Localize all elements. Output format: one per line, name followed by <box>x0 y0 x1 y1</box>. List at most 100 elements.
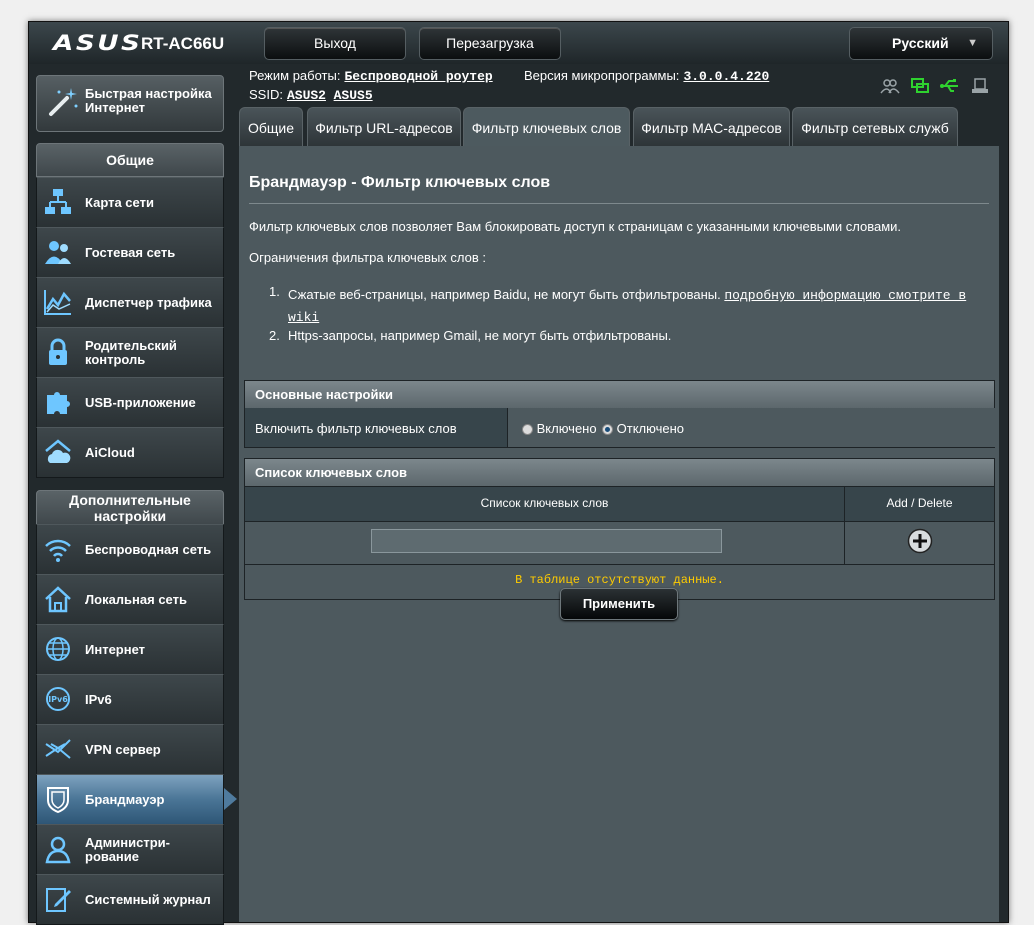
shield-icon <box>47 787 69 814</box>
vpn-icon <box>45 739 71 759</box>
firmware-link[interactable]: 3.0.0.4.220 <box>683 69 769 84</box>
globe-icon <box>46 637 70 661</box>
reboot-button[interactable]: Перезагрузка <box>419 27 561 60</box>
printer-icon[interactable] <box>970 77 990 95</box>
operation-mode-link[interactable]: Беспроводной роутер <box>344 69 492 84</box>
sidebar-item-traffic-manager[interactable]: Диспетчер трафика <box>36 277 224 328</box>
sidebar-item-internet[interactable]: Интернет <box>36 624 224 675</box>
sidebar-item-label: VPN сервер <box>85 741 161 757</box>
usb-status-icon[interactable] <box>940 77 960 95</box>
sidebar-item-label: Диспетчер трафика <box>85 294 212 310</box>
ssid-link-1[interactable]: ASUS2 <box>287 88 326 103</box>
operation-mode: Режим работы: Беспроводной роутер <box>249 68 493 84</box>
sidebar-item-aicloud[interactable]: AiCloud <box>36 427 224 478</box>
quick-internet-setup-button[interactable]: Быстрая настройка Интернет <box>36 75 224 132</box>
sidebar-item-label: Родительский контроль <box>85 337 177 367</box>
keyword-list-header: Список ключевых слов <box>245 459 994 486</box>
keyword-input[interactable] <box>371 529 722 553</box>
limit-2-number: 2. <box>269 328 280 343</box>
limit-2-text: Https-запросы, например Gmail, не могут … <box>288 328 672 343</box>
sidebar-item-label: Карта сети <box>85 194 154 210</box>
sidebar-item-label: AiCloud <box>85 444 135 460</box>
tab-url-filter[interactable]: Фильтр URL-адресов <box>307 107 461 147</box>
radio-enabled[interactable]: Включено <box>522 421 597 436</box>
guest-users-icon <box>45 241 71 264</box>
sidebar-item-parental-control[interactable]: Родительский контроль <box>36 327 224 378</box>
limit-1-text: Сжатые веб-страницы, например Baidu, не … <box>288 287 721 302</box>
magic-wand-icon <box>49 88 78 116</box>
clients-icon[interactable] <box>880 77 900 95</box>
operation-mode-label: Режим работы: <box>249 68 341 83</box>
logout-button[interactable]: Выход <box>264 27 406 60</box>
apply-button[interactable]: Применить <box>560 588 678 620</box>
add-icon[interactable] <box>907 528 933 554</box>
puzzle-icon <box>47 392 70 414</box>
limit-1-item: Сжатые веб-страницы, например Baidu, не … <box>288 284 988 328</box>
tab-network-services-filter[interactable]: Фильтр сетевых служб <box>792 107 958 147</box>
enable-filter-label: Включить фильтр ключевых слов <box>255 421 457 436</box>
keyword-list-table: Список ключевых слов Список ключевых сло… <box>244 458 995 600</box>
firmware-version: Версия микропрограммы: 3.0.0.4.220 <box>524 68 769 84</box>
ssid-info: SSID: ASUS2 ASUS5 <box>249 87 373 103</box>
ipv6-icon: IPv6 <box>46 687 70 711</box>
title-divider <box>249 203 989 204</box>
tab-keyword-filter[interactable]: Фильтр ключевых слов <box>463 107 630 147</box>
tab-general[interactable]: Общие <box>239 107 303 147</box>
cloud-home-icon <box>45 439 71 463</box>
sidebar-item-lan[interactable]: Локальная сеть <box>36 574 224 625</box>
ssid-label: SSID: <box>249 87 283 102</box>
language-select[interactable]: Русский ▼ <box>849 27 993 60</box>
sidebar-item-label: Системный журнал <box>85 891 211 907</box>
ssid-link-2[interactable]: ASUS5 <box>334 88 373 103</box>
limit-1-number: 1. <box>269 284 280 299</box>
sidebar-item-system-log[interactable]: Системный журнал <box>36 874 224 925</box>
chevron-down-icon: ▼ <box>967 37 978 49</box>
router-admin-window: ASUS RT-AC66U Выход Перезагрузка Русский… <box>28 21 1009 925</box>
radio-enabled-label: Включено <box>536 421 597 436</box>
add-delete-column-header: Add / Delete <box>886 496 953 510</box>
empty-table-message: В таблице отсутствуют данные. <box>515 573 724 587</box>
sidebar-item-firewall[interactable]: Брандмауэр <box>36 774 237 825</box>
sidebar-item-ipv6[interactable]: IPv6 IPv6 <box>36 674 224 725</box>
sidebar-item-label: Локальная сеть <box>85 591 187 607</box>
sidebar-item-wireless[interactable]: Беспроводная сеть <box>36 524 224 575</box>
quick-setup-label: Быстрая настройка Интернет <box>85 86 212 115</box>
wifi-icon <box>45 539 71 562</box>
radio-enabled-dot[interactable] <box>522 424 533 436</box>
sidebar-item-label: Брандмауэр <box>85 791 165 807</box>
tab-mac-filter[interactable]: Фильтр MAC-адресов <box>633 107 790 147</box>
radio-disabled-label: Отключено <box>616 421 684 436</box>
top-bar: ASUS RT-AC66U Выход Перезагрузка Русский… <box>29 22 1008 64</box>
sidebar-item-label: Администри-рование <box>85 834 170 864</box>
keyword-column-header: Список ключевых слов <box>480 496 609 510</box>
sidebar-item-label: USB-приложение <box>85 394 196 410</box>
svg-text:IPv6: IPv6 <box>48 695 68 704</box>
sidebar-item-network-map[interactable]: Карта сети <box>36 177 224 228</box>
admin-user-icon <box>45 836 71 864</box>
wiki-link-continued[interactable]: wiki <box>288 310 319 325</box>
general-section-header: Общие <box>36 143 224 177</box>
advanced-section-header: Дополнительные настройки <box>36 490 224 526</box>
lock-icon <box>49 338 67 365</box>
firmware-label: Версия микропрограммы: <box>524 68 680 83</box>
log-edit-icon <box>46 888 71 912</box>
sidebar-item-label: IPv6 <box>85 691 112 707</box>
sidebar-item-usb-application[interactable]: USB-приложение <box>36 377 224 428</box>
sidebar-item-label: Интернет <box>85 641 146 657</box>
radio-disabled-dot[interactable] <box>602 424 613 436</box>
row-divider <box>245 564 994 565</box>
language-value: Русский <box>892 35 949 51</box>
sidebar-item-guest-network[interactable]: Гостевая сеть <box>36 227 224 278</box>
asus-logo[interactable]: ASUS <box>53 31 142 55</box>
basic-settings-header: Основные настройки <box>245 381 994 408</box>
home-icon <box>45 586 71 613</box>
sidebar-item-vpn-server[interactable]: VPN сервер <box>36 724 224 775</box>
network-map-icon <box>45 189 71 214</box>
row-divider <box>245 521 994 522</box>
wiki-link[interactable]: подробную информацию смотрите в <box>724 288 966 303</box>
basic-settings-table: Основные настройки Включить фильтр ключе… <box>244 380 995 448</box>
sidebar-item-label: Гостевая сеть <box>85 244 176 260</box>
sidebar-item-administration[interactable]: Администри-рование <box>36 824 224 875</box>
network-status-icon[interactable] <box>910 77 930 95</box>
radio-disabled[interactable]: Отключено <box>602 421 684 436</box>
